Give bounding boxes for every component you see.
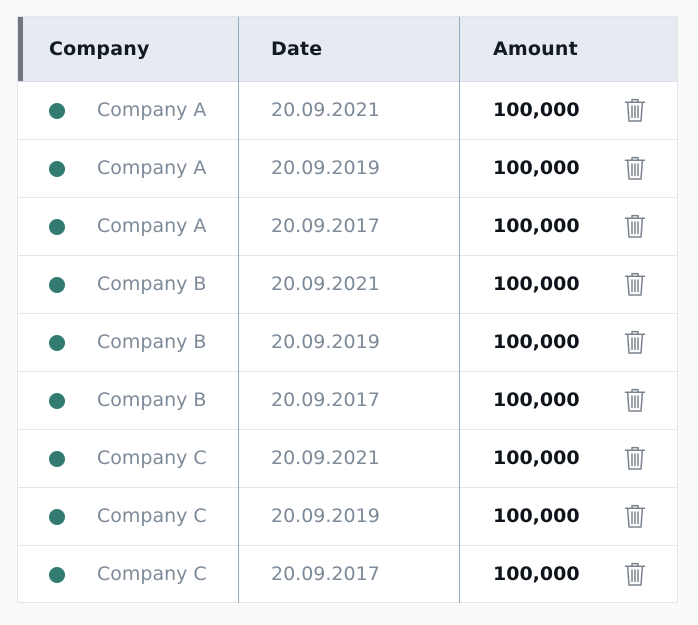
date-cell: 20.09.2019 [271,505,380,527]
column-divider [459,17,460,603]
status-dot [49,219,65,235]
column-header-amount[interactable]: Amount [493,17,578,81]
amount-cell: 100,000 [493,215,580,237]
table-row: Company A 20.09.2021 100,000 [18,82,677,140]
date-cell: 20.09.2021 [271,99,380,121]
status-dot [49,103,65,119]
amount-cell: 100,000 [493,99,580,121]
trash-icon[interactable] [624,504,646,529]
trash-icon[interactable] [624,98,646,123]
table-row: Company A 20.09.2017 100,000 [18,198,677,256]
column-header-date[interactable]: Date [271,17,322,81]
company-cell: Company A [97,99,207,121]
company-cell: Company C [97,447,207,469]
table-row: Company C 20.09.2019 100,000 [18,488,677,546]
trash-icon[interactable] [624,446,646,471]
trash-icon[interactable] [624,214,646,239]
date-cell: 20.09.2017 [271,389,380,411]
trash-icon[interactable] [624,562,646,587]
company-cell: Company C [97,563,207,585]
status-dot [49,277,65,293]
date-cell: 20.09.2017 [271,563,380,585]
amount-cell: 100,000 [493,331,580,353]
table-row: Company B 20.09.2019 100,000 [18,314,677,372]
status-dot [49,335,65,351]
amount-cell: 100,000 [493,563,580,585]
amount-cell: 100,000 [493,157,580,179]
date-cell: 20.09.2021 [271,273,380,295]
trash-icon[interactable] [624,272,646,297]
table-row: Company A 20.09.2019 100,000 [18,140,677,198]
company-cell: Company A [97,157,207,179]
trash-icon[interactable] [624,156,646,181]
table-row: Company C 20.09.2017 100,000 [18,546,677,604]
amount-cell: 100,000 [493,447,580,469]
company-cell: Company B [97,273,207,295]
table-row: Company B 20.09.2021 100,000 [18,256,677,314]
table-body: Company A 20.09.2021 100,000 Company A 2… [18,82,677,604]
date-cell: 20.09.2019 [271,157,380,179]
amount-cell: 100,000 [493,389,580,411]
status-dot [49,451,65,467]
amount-cell: 100,000 [493,505,580,527]
table-row: Company C 20.09.2021 100,000 [18,430,677,488]
column-divider [238,17,239,603]
status-dot [49,393,65,409]
status-dot [49,567,65,583]
table-header: Company Date Amount [18,17,677,82]
company-cell: Company B [97,389,207,411]
company-cell: Company B [97,331,207,353]
date-cell: 20.09.2021 [271,447,380,469]
header-accent-bar [18,17,23,81]
transactions-table: Company Date Amount Company A 20.09.2021… [17,16,678,603]
table-row: Company B 20.09.2017 100,000 [18,372,677,430]
trash-icon[interactable] [624,388,646,413]
date-cell: 20.09.2019 [271,331,380,353]
company-cell: Company A [97,215,207,237]
status-dot [49,161,65,177]
status-dot [49,509,65,525]
column-header-company[interactable]: Company [49,17,150,81]
company-cell: Company C [97,505,207,527]
trash-icon[interactable] [624,330,646,355]
date-cell: 20.09.2017 [271,215,380,237]
amount-cell: 100,000 [493,273,580,295]
